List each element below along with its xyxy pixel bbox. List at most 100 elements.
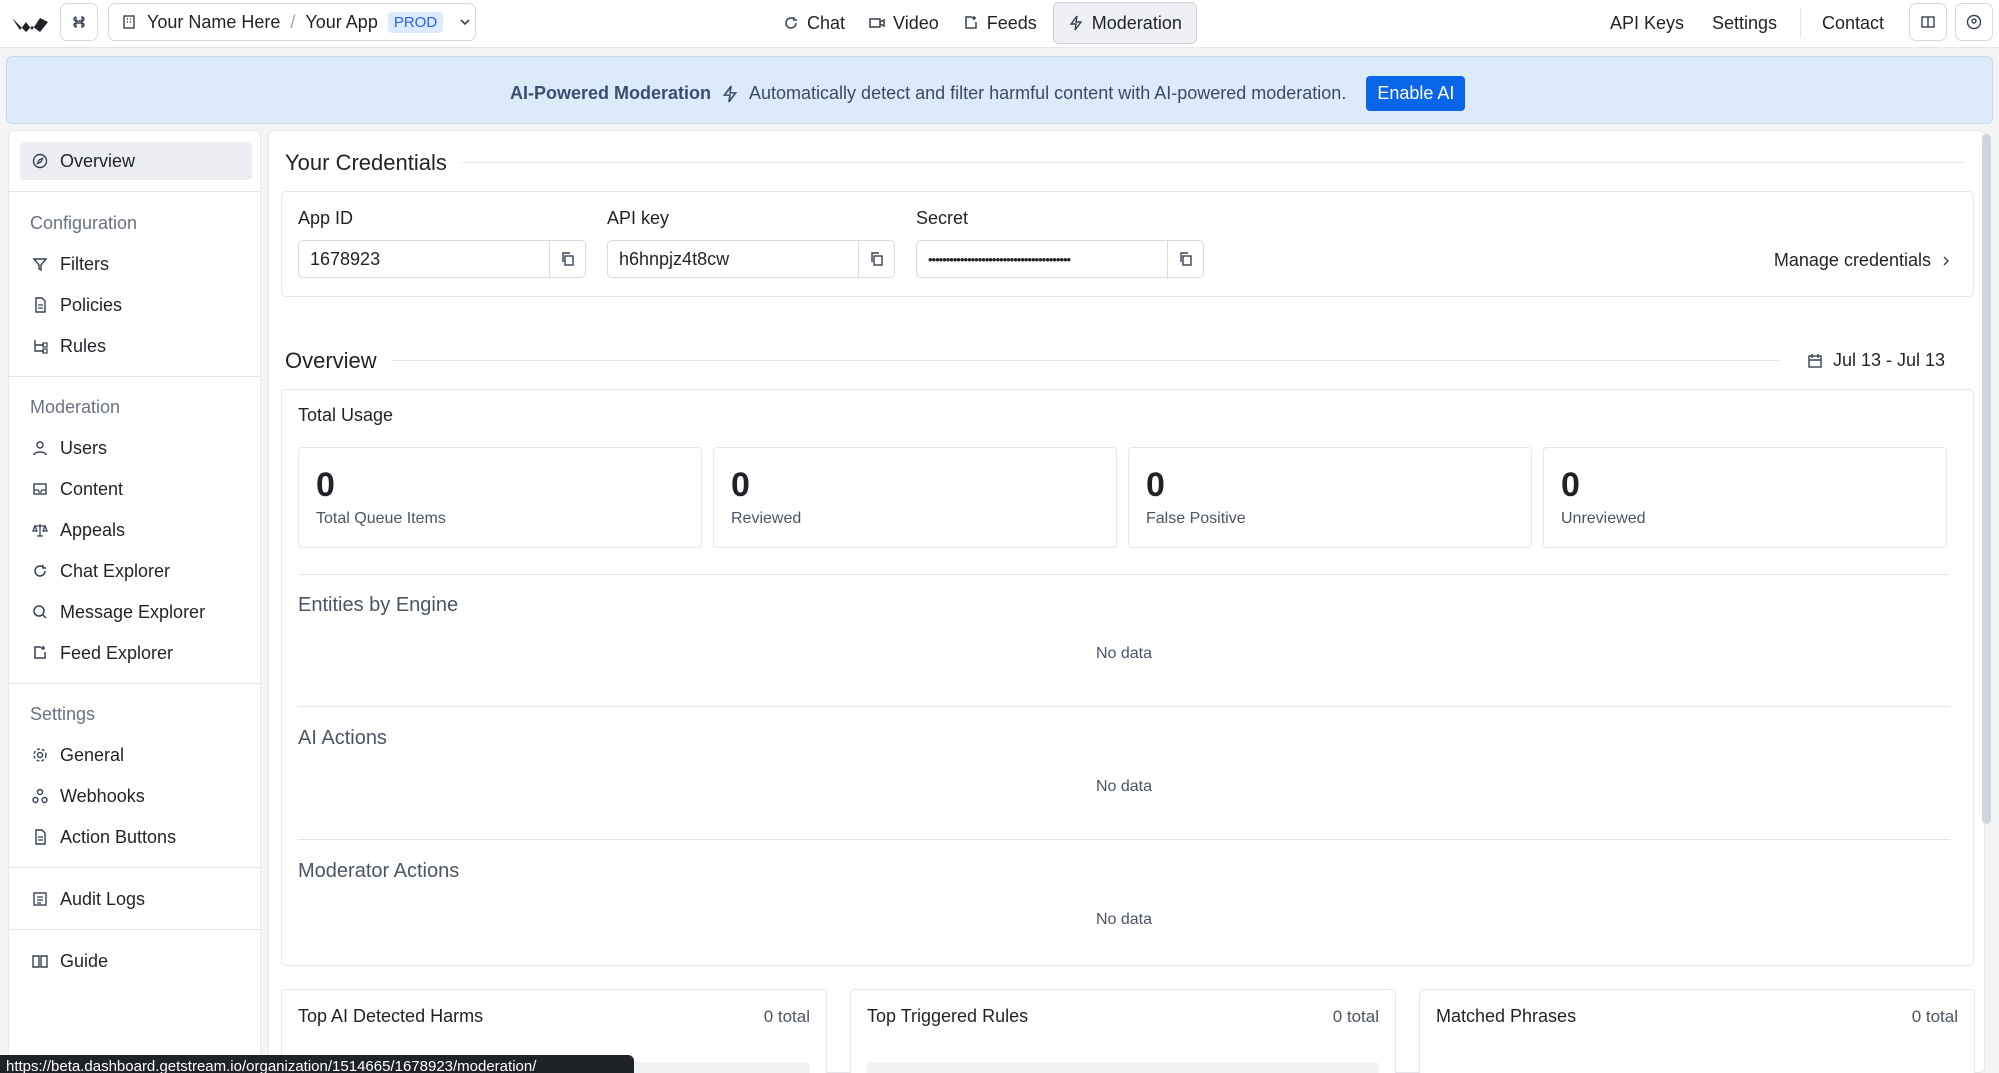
chat-icon <box>34 565 46 577</box>
bolt-icon <box>722 85 738 102</box>
divider <box>298 839 1950 840</box>
credentials-title: Your Credentials <box>285 150 447 175</box>
app-id-field[interactable]: 1678923 <box>298 240 586 278</box>
sidebar-item-chat-explorer[interactable]: Chat Explorer <box>20 552 252 590</box>
main-content: Your Credentials App ID 1678923 API key … <box>268 130 1985 1073</box>
app-name: Your App <box>305 11 378 32</box>
sidebar-item-general[interactable]: General <box>20 736 252 774</box>
banner-title: AI-Powered Moderation <box>510 83 712 103</box>
enable-ai-button[interactable]: Enable AI <box>1366 76 1466 111</box>
copy-icon <box>561 252 574 266</box>
header-divider <box>1800 8 1801 38</box>
feeds-icon <box>34 646 46 659</box>
product-nav: Chat Video Feeds Moderation <box>775 0 1197 46</box>
section-divider <box>391 360 1781 361</box>
sidebar-item-webhooks[interactable]: Webhooks <box>20 777 252 815</box>
matched-phrases-card: Matched Phrases 0 total <box>1419 989 1975 1073</box>
sidebar-item-policies[interactable]: Policies <box>20 286 252 324</box>
feeds-icon <box>965 16 977 29</box>
app-breadcrumb[interactable]: Your Name Here / Your App PROD <box>108 3 476 41</box>
document-icon <box>35 297 46 313</box>
top-triggered-rules-card: Top Triggered Rules 0 total <box>850 989 1396 1073</box>
stat-reviewed: 0 Reviewed <box>713 447 1117 548</box>
building-icon <box>123 15 135 29</box>
credentials-card: App ID 1678923 API key h6hnpjz4t8cw Secr… <box>281 191 1974 297</box>
divider <box>298 706 1950 707</box>
overview-title: Overview <box>285 348 377 373</box>
sidebar-item-feed-explorer[interactable]: Feed Explorer <box>20 634 252 672</box>
copy-icon <box>1179 252 1192 266</box>
env-badge: PROD <box>387 11 444 33</box>
sidebar-divider <box>9 376 260 377</box>
sidebar: Overview Configuration Filters Policies … <box>8 130 261 1073</box>
no-data-text: No data <box>1095 911 1153 928</box>
sidebar-item-guide[interactable]: Guide <box>20 942 252 980</box>
date-range-picker[interactable]: Jul 13 - Jul 13 <box>1807 350 1945 371</box>
sidebar-heading-moderation: Moderation <box>30 397 121 417</box>
bolt-icon <box>1069 15 1083 31</box>
layout-toggle-button[interactable] <box>1909 3 1947 41</box>
api-key-label: API key <box>607 208 670 228</box>
nav-feeds[interactable]: Feeds <box>955 2 1045 44</box>
scale-icon <box>32 524 48 537</box>
stat-unreviewed: 0 Unreviewed <box>1543 447 1947 548</box>
list-icon <box>33 892 47 906</box>
no-data-text: No data <box>1095 645 1153 662</box>
main-scrollbar[interactable] <box>1982 134 1991 824</box>
secret-label: Secret <box>916 208 969 228</box>
sidebar-divider <box>9 683 260 684</box>
api-key-field[interactable]: h6hnpjz4t8cw <box>607 240 895 278</box>
sidebar-heading-settings: Settings <box>30 704 96 724</box>
ai-actions-title: AI Actions <box>298 727 387 749</box>
user-icon <box>33 441 47 456</box>
sidebar-item-overview[interactable]: Overview <box>20 142 252 180</box>
chat-icon <box>785 17 797 29</box>
nav-moderation[interactable]: Moderation <box>1052 2 1197 44</box>
copy-api-key-button[interactable] <box>858 241 894 277</box>
sidebar-heading-configuration: Configuration <box>30 213 138 233</box>
manage-credentials-link[interactable]: Manage credentials <box>1774 250 1951 271</box>
stream-logo-icon[interactable] <box>10 8 50 38</box>
compass-icon <box>32 153 48 169</box>
top-bar: Your Name Here / Your App PROD Chat Vide… <box>0 0 1999 48</box>
tree-icon <box>34 340 48 354</box>
account-button[interactable] <box>1955 3 1993 41</box>
org-name: Your Name Here <box>147 11 281 32</box>
status-bar-url: https://beta.dashboard.getstream.io/orga… <box>0 1055 634 1073</box>
sidebar-item-appeals[interactable]: Appeals <box>20 511 252 549</box>
sidebar-item-content[interactable]: Content <box>20 470 252 508</box>
sidebar-item-audit-logs[interactable]: Audit Logs <box>20 880 252 918</box>
video-icon <box>869 18 885 28</box>
org-switcher-button[interactable] <box>60 3 98 41</box>
columns-icon <box>1921 16 1935 28</box>
copy-app-id-button[interactable] <box>549 241 585 277</box>
gear-icon <box>33 748 47 762</box>
banner-text: Automatically detect and filter harmful … <box>749 83 1347 103</box>
sidebar-item-users[interactable]: Users <box>20 429 252 467</box>
divider <box>298 574 1950 575</box>
user-circle-icon <box>1966 14 1982 30</box>
section-divider <box>462 162 1964 163</box>
sidebar-item-rules[interactable]: Rules <box>20 327 252 365</box>
api-keys-link[interactable]: API Keys <box>1610 13 1684 34</box>
secret-field[interactable]: •••••••••••••••••••••••••••••••••••••••• <box>916 240 1204 278</box>
chevron-right-icon <box>1943 256 1949 265</box>
command-icon <box>73 16 85 28</box>
nav-video[interactable]: Video <box>861 2 947 44</box>
sidebar-item-action-buttons[interactable]: Action Buttons <box>20 818 252 856</box>
no-data-text: No data <box>1095 778 1153 795</box>
copy-icon <box>870 252 883 266</box>
contact-link[interactable]: Contact <box>1822 13 1884 34</box>
nav-chat[interactable]: Chat <box>775 2 853 44</box>
chevron-down-icon[interactable] <box>457 14 473 30</box>
breadcrumb-separator: / <box>290 11 296 32</box>
card-tabs[interactable] <box>867 1062 1379 1073</box>
settings-link[interactable]: Settings <box>1712 13 1777 34</box>
sidebar-divider <box>9 867 260 868</box>
document-icon <box>35 829 46 845</box>
copy-secret-button[interactable] <box>1167 241 1203 277</box>
sidebar-divider <box>9 191 260 192</box>
sidebar-item-message-explorer[interactable]: Message Explorer <box>20 593 252 631</box>
inbox-icon <box>33 483 47 495</box>
sidebar-item-filters[interactable]: Filters <box>20 245 252 283</box>
